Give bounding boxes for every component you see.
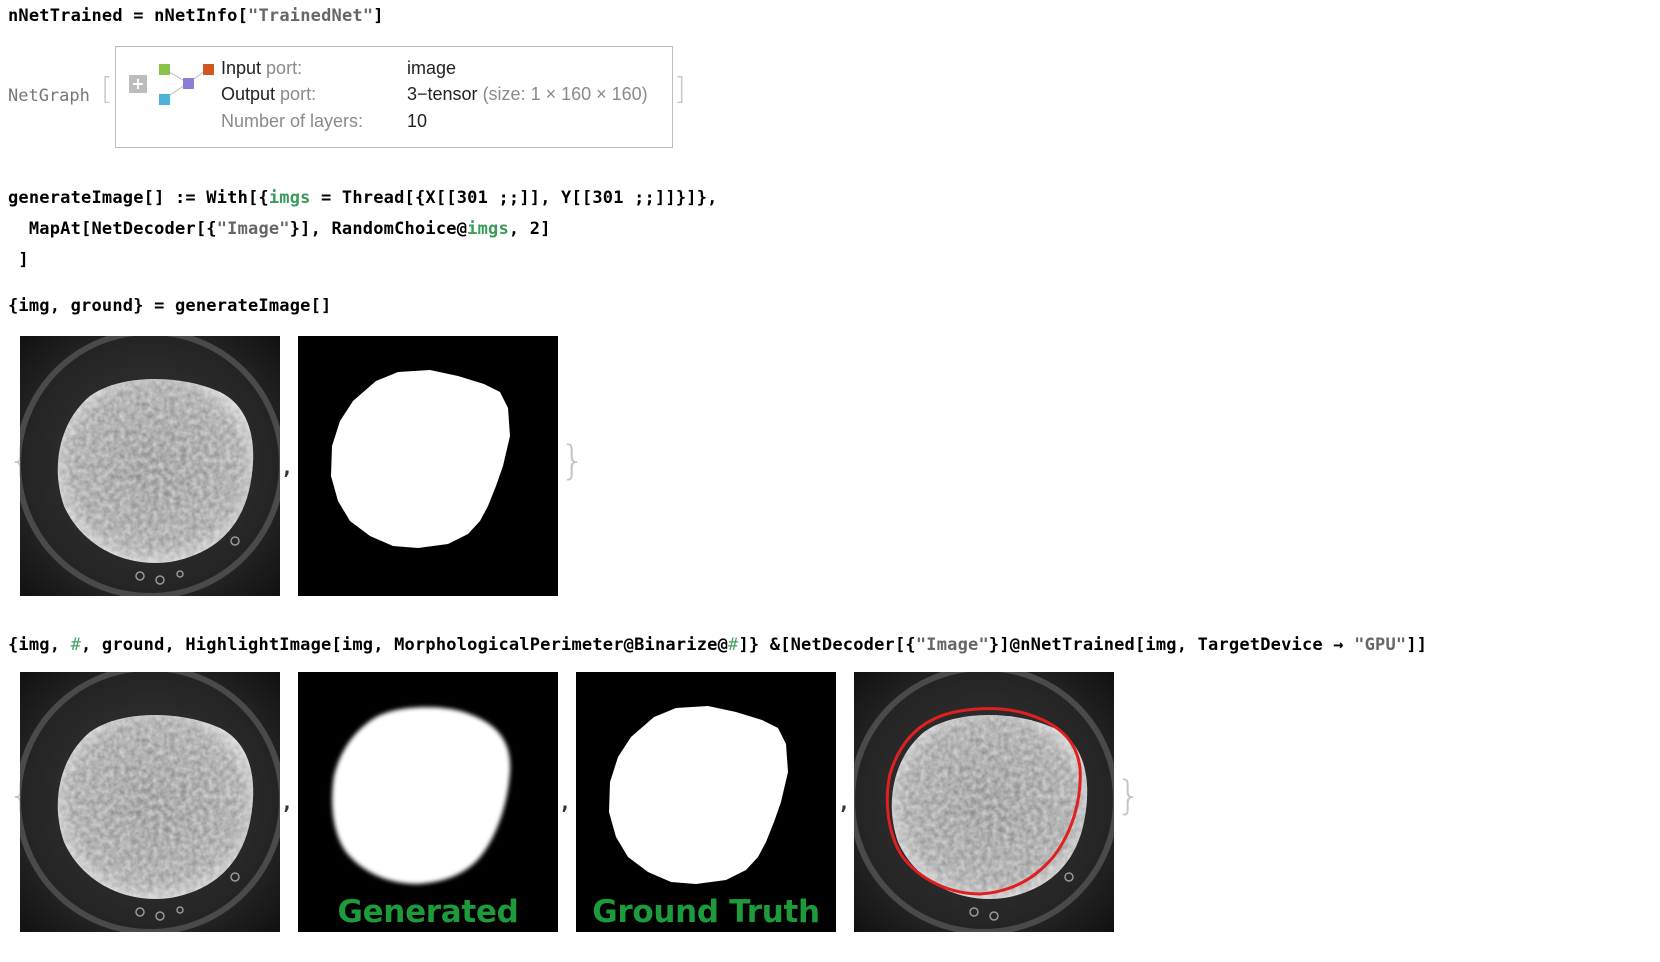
code-token: , ground, HighlightImage[img, Morphologi… — [81, 635, 729, 655]
netgraph-value-input: image — [407, 58, 457, 78]
code-token: }]@nNetTrained[img, TargetDevice → — [988, 635, 1355, 655]
ground-mask-1[interactable] — [298, 336, 558, 596]
code-token: ]} &[NetDecoder[{ — [738, 635, 916, 655]
generated-caption: Generated — [337, 894, 519, 930]
list-close-brace: } — [1116, 773, 1142, 819]
list-comma: , — [281, 790, 294, 814]
cell-image-1[interactable] — [20, 336, 280, 596]
code-string: "Image" — [216, 219, 290, 239]
netgraph-head: NetGraph — [8, 86, 90, 106]
code-line-trained-net[interactable]: nNetTrained = nNetInfo["TrainedNet"] — [8, 6, 384, 26]
code-token: MapAt[NetDecoder[{ — [8, 219, 217, 239]
code-token: }], RandomChoice@ — [289, 219, 468, 239]
code-token: nNetTrained — [8, 6, 123, 26]
code-line-generate-image-2[interactable]: MapAt[NetDecoder[{"Image"}], RandomChoic… — [8, 219, 551, 239]
netgraph-row-layers: Number of layers: — [221, 111, 364, 131]
code-local-var: imgs — [467, 219, 509, 239]
output-node-icon — [203, 64, 214, 75]
list-comma: , — [559, 790, 572, 814]
list-comma: , — [838, 790, 851, 814]
ground-truth-mask[interactable]: Ground Truth — [576, 672, 836, 932]
netgraph-summary-box[interactable]: + Input port: image Output port: 3−tenso… — [115, 46, 673, 148]
code-token: [ — [237, 6, 249, 26]
cell-image-2[interactable] — [20, 672, 280, 932]
code-local-var: imgs — [268, 188, 311, 208]
code-string: "GPU" — [1354, 635, 1407, 655]
code-token: {img, — [8, 635, 71, 655]
code-line-img-ground[interactable]: {img, ground} = generateImage[] — [8, 296, 331, 316]
netgraph-row-input: Input port: — [221, 58, 303, 78]
list-comma: , — [281, 455, 294, 479]
input-node-icon — [159, 64, 170, 75]
highlighted-image[interactable] — [854, 672, 1114, 932]
code-line-generate-image-1[interactable]: generateImage[] := With[{imgs = Thread[{… — [8, 188, 718, 208]
code-token: = — [122, 6, 155, 26]
code-slot: # — [70, 635, 82, 655]
code-token: , 2] — [508, 219, 551, 239]
generated-mask[interactable]: Generated — [298, 672, 558, 932]
netgraph-open-bracket: [ — [101, 72, 113, 107]
code-token: generateImage[] := With[{ — [8, 188, 269, 208]
code-line-generate-image-3[interactable]: ] — [8, 250, 29, 270]
netgraph-close-bracket: ] — [674, 72, 686, 107]
netgraph-row-output: Output port: — [221, 84, 317, 104]
net-graph-icon — [159, 64, 214, 105]
code-token: ]] — [1406, 635, 1428, 655]
code-string: "Image" — [915, 635, 989, 655]
layer-node-icon — [183, 78, 194, 89]
ground-truth-caption: Ground Truth — [592, 894, 820, 930]
code-line-highlight[interactable]: {img, #, ground, HighlightImage[img, Mor… — [8, 635, 1427, 655]
code-string: "TrainedNet" — [248, 6, 374, 26]
aux-node-icon — [159, 94, 170, 105]
code-slot: # — [728, 635, 739, 655]
expand-icon[interactable]: + — [129, 75, 147, 93]
netgraph-value-output: 3−tensor (size: 1 × 160 × 160) — [407, 84, 648, 104]
code-token: = Thread[{X[[301 ;;]], Y[[301 ;;]]}]}, — [310, 188, 718, 208]
list-close-brace: } — [560, 438, 586, 484]
netgraph-value-layers: 10 — [407, 111, 428, 131]
code-token: nNetInfo — [154, 6, 238, 26]
code-token: ] — [373, 6, 384, 26]
